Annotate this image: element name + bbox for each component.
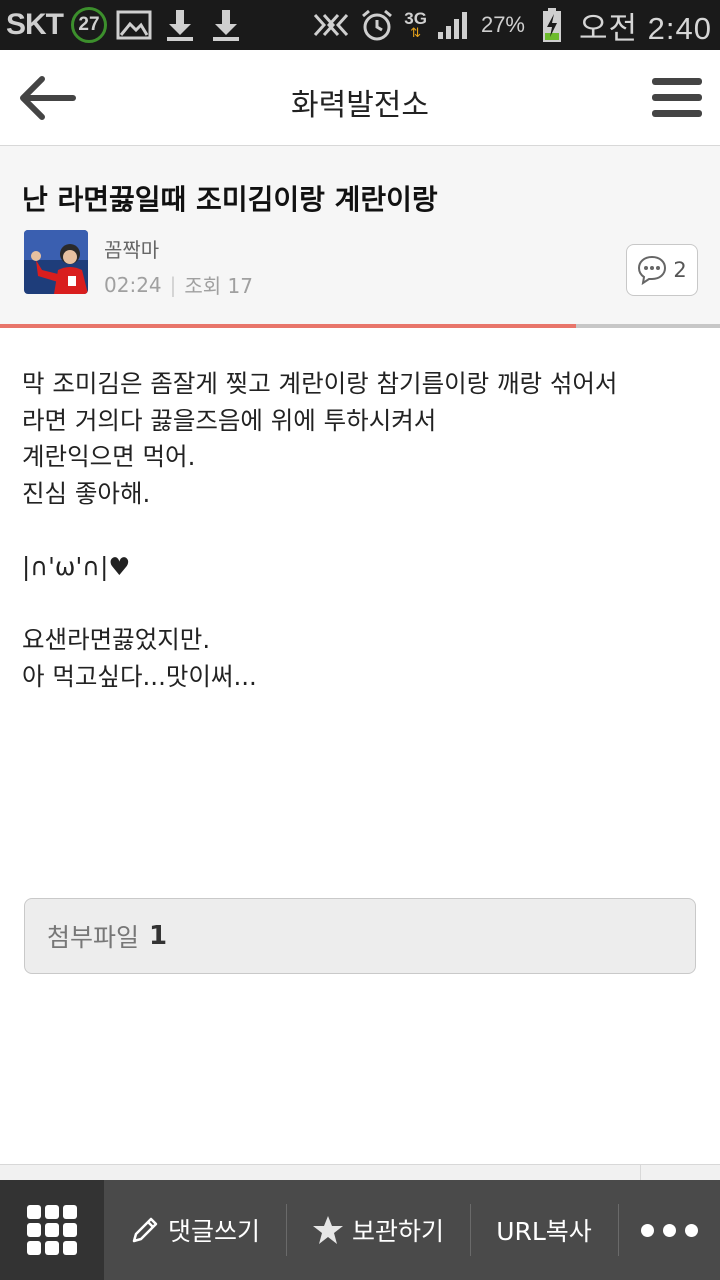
read-progress-bar: [0, 324, 720, 328]
comment-count: 2: [673, 258, 687, 282]
meta-divider: |: [169, 272, 177, 297]
post-meta: 02:24 | 조회 17: [104, 270, 253, 299]
download-icon: [161, 6, 199, 44]
write-comment-label: 댓글쓰기: [167, 1217, 260, 1246]
star-icon: [312, 1216, 343, 1244]
app-header: 화력발전소: [0, 50, 720, 146]
hamburger-menu-icon: [652, 78, 702, 117]
menu-button[interactable]: [648, 74, 706, 122]
attachment-count: 1: [149, 921, 168, 951]
status-left: SKT 27: [0, 6, 245, 44]
back-arrow-icon: [20, 76, 76, 120]
page-title: 화력발전소: [291, 88, 429, 123]
avatar[interactable]: [24, 230, 88, 294]
read-progress-fill: [0, 324, 576, 328]
post-body-line: 진심 좋아해.: [22, 478, 151, 508]
more-button[interactable]: [618, 1180, 720, 1280]
back-button[interactable]: [14, 70, 80, 126]
post-body-line: 요샌라면끓었지만.: [22, 625, 211, 655]
clock: 오전 2:40: [579, 10, 712, 46]
pencil-icon: [132, 1217, 158, 1243]
data-activity-icon: ⇅: [410, 26, 422, 41]
more-dots-icon: [640, 1223, 698, 1237]
alarm-icon: [358, 6, 396, 44]
speech-bubble-icon: [638, 255, 667, 285]
post-body-line: [22, 512, 702, 549]
network-type-indicator: 3G ⇅: [404, 10, 427, 40]
grid-menu-button[interactable]: [0, 1180, 104, 1280]
post-body-line: 계란익으면 먹어.: [22, 442, 196, 472]
post-body-line: |∩'ω'∩|♥: [22, 551, 131, 581]
save-post-button[interactable]: 보관하기: [286, 1180, 470, 1280]
comment-count-button[interactable]: 2: [626, 244, 698, 296]
copy-url-label: URL복사: [496, 1217, 592, 1246]
battery-charging-icon: [533, 6, 571, 44]
view-count: 조회 17: [184, 274, 253, 298]
post-body-line: 아 먹고싶다...맛이써...: [22, 661, 257, 691]
attachment-label: 첨부파일: [47, 923, 140, 952]
post-time: 02:24: [104, 272, 162, 297]
status-right: 3G ⇅ 27% 오전 2:40: [312, 0, 712, 50]
status-bar: SKT 27 3G ⇅ 27% 오전 2:40: [0, 0, 720, 50]
carrier-label: SKT: [6, 8, 64, 41]
network-type-label: 3G: [404, 9, 427, 28]
save-post-label: 보관하기: [351, 1217, 444, 1246]
post-body-line: [22, 586, 702, 623]
write-comment-button[interactable]: 댓글쓰기: [104, 1180, 286, 1280]
attachment-button[interactable]: 첨부파일 1: [24, 898, 696, 974]
bottom-divider: [0, 1164, 720, 1181]
divider-tick: [640, 1165, 641, 1181]
download-icon: [207, 6, 245, 44]
bottom-toolbar: 댓글쓰기 보관하기 URL복사: [0, 1180, 720, 1280]
post-body-line: 라면 거의다 끓을즈음에 위에 투하시켜서: [22, 405, 437, 435]
image-icon: [115, 6, 153, 44]
post-header: 난 라면끓일때 조미김이랑 계란이랑 꼼짝마 02:24 | 조회 17 2: [0, 146, 720, 324]
grid-menu-icon: [27, 1205, 77, 1255]
post-body-line: 막 조미김은 좀잘게 찢고 계란이랑 참기름이랑 깨랑 섞어서: [22, 369, 618, 398]
post-body: 막 조미김은 좀잘게 찢고 계란이랑 참기름이랑 깨랑 섞어서라면 거의다 끓을…: [22, 366, 702, 695]
copy-url-button[interactable]: URL복사: [470, 1180, 618, 1280]
author-name[interactable]: 꼼짝마: [104, 234, 159, 263]
post-title: 난 라면끓일때 조미김이랑 계란이랑: [22, 183, 438, 216]
battery-percentage: 27%: [480, 12, 525, 37]
notification-count-badge: 27: [71, 7, 107, 43]
nfc-icon: [312, 6, 350, 44]
signal-strength-icon: [435, 6, 473, 44]
